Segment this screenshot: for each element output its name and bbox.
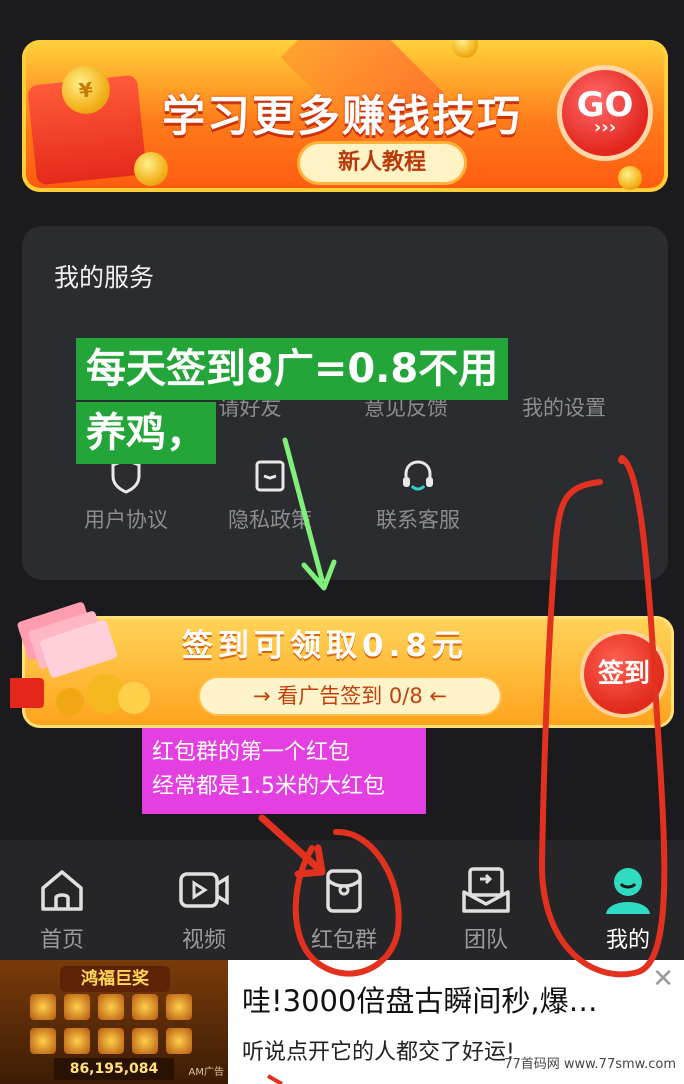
watermark: 77首码网 www.77smw.com bbox=[504, 1057, 676, 1072]
sign-in-banner[interactable]: 签到可领取0.8元 → 看广告签到 0/8 ← 签到 bbox=[10, 602, 674, 728]
ad-image-title: 鸿福巨奖 bbox=[60, 966, 170, 992]
green-note-line-1: 每天签到8广=0.8不用 bbox=[76, 338, 509, 400]
slot-tile bbox=[98, 1028, 124, 1054]
slot-tile bbox=[30, 994, 56, 1020]
cash-stack-icon bbox=[10, 602, 150, 716]
nav-label: 首页 bbox=[39, 928, 84, 953]
service-privacy-policy[interactable]: 隐私政策 bbox=[200, 456, 340, 534]
tutorial-banner[interactable]: ¥ 学习更多赚钱技巧 新人教程 GO ››› bbox=[22, 40, 668, 192]
pink-note-line-2: 经常都是1.5米的大红包 bbox=[152, 774, 385, 799]
home-icon bbox=[41, 870, 83, 911]
sign-in-title: 签到可领取0.8元 bbox=[182, 628, 468, 664]
service-user-agreement[interactable]: 用户协议 bbox=[56, 456, 196, 534]
ad-description: 听说点开它的人都交了好运! bbox=[242, 1040, 515, 1065]
coin-icon bbox=[618, 166, 642, 190]
service-label: 联系客服 bbox=[376, 508, 460, 532]
ad-image-number: 86,195,084 bbox=[54, 1058, 174, 1080]
red-envelope-icon: ¥ bbox=[27, 63, 147, 186]
watch-ad-sign-in-button[interactable]: → 看广告签到 0/8 ← bbox=[200, 678, 500, 714]
slot-tile bbox=[30, 1028, 56, 1054]
slot-tile bbox=[166, 1028, 192, 1054]
banner-title: 学习更多赚钱技巧 bbox=[162, 92, 522, 142]
nav-tab-video[interactable]: 视频 bbox=[144, 864, 264, 954]
pink-annotation-note: 红包群的第一个红包 经常都是1.5米的大红包 bbox=[142, 728, 426, 814]
team-icon bbox=[462, 867, 510, 913]
bottom-nav-bar: 首页 视频 红包群 团队 我的 bbox=[0, 840, 684, 960]
sign-in-button[interactable]: 签到 bbox=[584, 634, 664, 714]
slot-tile bbox=[132, 1028, 158, 1054]
green-annotation-note: 每天签到8广=0.8不用 养鸡， bbox=[76, 338, 616, 466]
pink-note-line-1: 红包群的第一个红包 bbox=[152, 740, 351, 765]
coin-icon bbox=[452, 40, 478, 58]
service-contact-support[interactable]: 联系客服 bbox=[348, 456, 488, 534]
services-title: 我的服务 bbox=[54, 263, 155, 292]
coin-icon: ¥ bbox=[59, 63, 113, 117]
ad-tag: AM广告 bbox=[188, 1067, 224, 1078]
slot-tile bbox=[98, 994, 124, 1020]
chevrons-right-icon: ››› bbox=[593, 117, 617, 138]
ad-banner[interactable]: 鸿福巨奖 86,195,084 AM广告 哇!3000倍盘古瞬间秒,爆… 听说点… bbox=[0, 960, 684, 1084]
nav-tab-red-packet-group[interactable]: 红包群 bbox=[284, 864, 404, 954]
nav-label: 团队 bbox=[463, 928, 508, 953]
new-user-tutorial-button[interactable]: 新人教程 bbox=[300, 144, 464, 182]
slot-tile bbox=[166, 994, 192, 1020]
nav-tab-team[interactable]: 团队 bbox=[426, 864, 546, 954]
profile-icon bbox=[606, 868, 650, 914]
nav-tab-home[interactable]: 首页 bbox=[2, 864, 122, 954]
slot-grid bbox=[30, 994, 198, 1056]
red-packet-icon bbox=[326, 869, 362, 913]
nav-label: 视频 bbox=[181, 928, 226, 953]
slot-tile bbox=[64, 994, 90, 1020]
nav-label: 红包群 bbox=[310, 928, 377, 953]
video-icon bbox=[179, 872, 229, 908]
ad-title[interactable]: 哇!3000倍盘古瞬间秒,爆… bbox=[242, 978, 672, 1020]
slot-tile bbox=[64, 1028, 90, 1054]
service-label: 用户协议 bbox=[84, 508, 168, 532]
ad-image: 鸿福巨奖 86,195,084 AM广告 bbox=[0, 960, 228, 1084]
green-note-line-2: 养鸡， bbox=[76, 402, 216, 464]
go-button[interactable]: GO ››› bbox=[562, 70, 648, 156]
service-label: 隐私政策 bbox=[228, 508, 312, 532]
coin-icon bbox=[134, 152, 168, 186]
slot-tile bbox=[132, 994, 158, 1020]
nav-tab-profile[interactable]: 我的 bbox=[568, 864, 684, 954]
close-icon[interactable]: ✕ bbox=[652, 964, 674, 994]
nav-label: 我的 bbox=[605, 928, 650, 953]
